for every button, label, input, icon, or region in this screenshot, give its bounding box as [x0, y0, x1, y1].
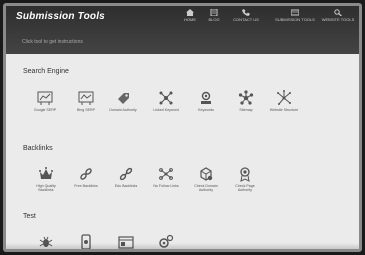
tool-label: Check Page Authority [235, 184, 255, 192]
tool-check-domain-authority[interactable]: Check Domain Authority [189, 166, 223, 192]
nav-submission-tools-label: SUBMISSION TOOLS [275, 17, 315, 22]
section-title-search-engine: Search Engine [23, 68, 69, 75]
tool-free-backlinks[interactable]: Free Backlinks [69, 166, 103, 188]
bing-serp-icon [78, 91, 94, 105]
high-quality-backlinks-icon [39, 167, 53, 179]
keywords-icon [201, 91, 211, 104]
tools-icon [291, 9, 299, 16]
google-serp-icon [37, 91, 53, 105]
nav-website-tools-label: WEBSITE TOOLS [321, 17, 355, 22]
top-nav: HOME BLOG CONTACT US SUBMISSION TOOLS WE… [171, 9, 359, 31]
blog-icon [210, 9, 218, 16]
tool-keywords[interactable]: Keywords [189, 90, 223, 112]
tool-check-page-authority[interactable]: Check Page Authority [228, 166, 262, 192]
contact-icon [242, 9, 250, 16]
tool-label: Check Domain Authority [194, 184, 218, 192]
top-header: Submission Tools HOME BLOG CONTACT US SU… [6, 6, 359, 54]
nofollow-links-icon [159, 168, 173, 180]
edu-backlinks-icon [119, 167, 133, 181]
tool-nofollow-links[interactable]: No Follow Links [149, 166, 183, 188]
tool-domain-authority[interactable]: Domain Authority [106, 90, 140, 112]
linked-keyword-icon [159, 91, 173, 105]
tool-label: Sitemap [239, 108, 253, 112]
tool-label: High Quality Backlinks [36, 184, 56, 192]
home-icon [186, 9, 194, 16]
check-page-authority-icon [240, 167, 250, 182]
section-title-backlinks: Backlinks [23, 145, 53, 152]
tool-edu-backlinks[interactable]: Edu Backlinks [109, 166, 143, 188]
tool-google-serp[interactable]: Google SERP [28, 90, 62, 112]
tool-label: No Follow Links [153, 184, 179, 188]
check-domain-authority-icon [200, 167, 213, 181]
website-tools-icon [334, 9, 342, 16]
app-logo[interactable]: Submission Tools [16, 11, 105, 22]
nav-contact-label: CONTACT US [233, 17, 259, 22]
website-structure-icon [277, 90, 291, 105]
tool-bing-serp[interactable]: Bing SERP [69, 90, 103, 112]
nav-blog-label: BLOG [208, 17, 220, 22]
tool-label: Google SERP [33, 108, 57, 112]
tool-label: Keywords [198, 108, 214, 112]
tool-high-quality-backlinks[interactable]: High Quality Backlinks [29, 166, 63, 192]
tool-label: Website Structure [269, 108, 299, 112]
tool-website-structure[interactable]: Website Structure [267, 90, 301, 112]
domain-authority-icon [118, 93, 129, 104]
tool-label: Free Backlinks [74, 184, 98, 188]
nav-website-tools[interactable]: WEBSITE TOOLS [317, 9, 359, 22]
app-window: Submission Tools HOME BLOG CONTACT US SU… [6, 6, 359, 249]
tool-label: Edu Backlinks [114, 184, 138, 188]
tool-label: Linked Keyword [153, 108, 179, 112]
bottom-shadow [6, 243, 359, 249]
free-backlinks-icon [80, 168, 92, 180]
instructions-bar[interactable]: Click tool to get instructions [22, 39, 83, 45]
nav-submission-tools[interactable]: SUBMISSION TOOLS [273, 9, 317, 22]
nav-contact[interactable]: CONTACT US [227, 9, 265, 22]
section-title-test: Test [23, 213, 36, 220]
tool-label: Domain Authority [109, 108, 137, 112]
sitemap-icon [238, 90, 254, 105]
tool-label: Bing SERP [77, 108, 95, 112]
tool-linked-keyword[interactable]: Linked Keyword [149, 90, 183, 112]
tool-sitemap[interactable]: Sitemap [229, 90, 263, 112]
